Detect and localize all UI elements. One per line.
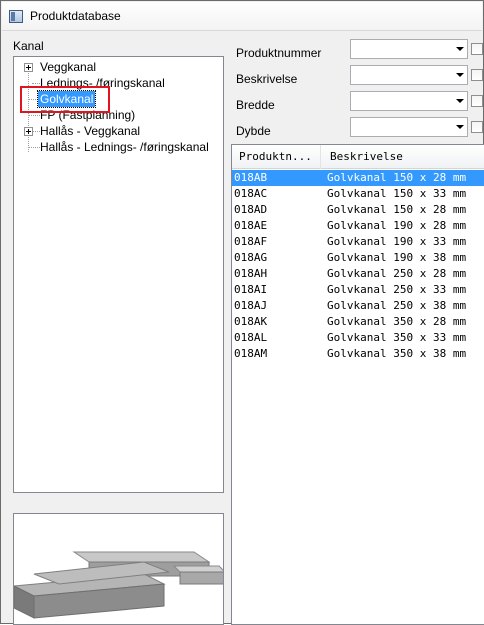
table-row[interactable]: 018AF Golvkanal 190 x 33 mm [232,234,484,250]
filter-label-bredde: Bredde [236,98,275,112]
chevron-down-icon[interactable] [456,99,464,103]
filter-label-beskrivelse: Beskrivelse [236,72,298,86]
product-preview-image [13,513,224,625]
filter-label-produktnummer: Produktnummer [236,46,322,60]
cell-beskrivelse: Golvkanal 350 x 33 mm [327,331,467,344]
chevron-down-icon[interactable] [456,73,464,77]
cell-produktnummer: 018AI [234,283,268,296]
table-row[interactable]: 018AE Golvkanal 190 x 28 mm [232,218,484,234]
cell-beskrivelse: Golvkanal 350 x 28 mm [327,315,467,328]
expand-plus-icon[interactable] [24,63,33,72]
cell-produktnummer: 018AD [234,203,268,216]
tree-connector-line [32,131,40,132]
beskrivelse-combobox[interactable] [350,65,468,85]
bredde-checkbox[interactable] [471,95,483,107]
produktnummer-checkbox[interactable] [471,43,483,55]
cell-beskrivelse: Golvkanal 190 x 28 mm [327,219,467,232]
tree-node-hallas-veggkanal[interactable]: Hallås - Veggkanal [40,123,140,139]
category-tree[interactable]: Veggkanal Lednings- /føringskanal Golvka… [13,56,224,493]
chevron-down-icon[interactable] [456,125,464,129]
table-row[interactable]: 018AB Golvkanal 150 x 28 mm [232,170,484,186]
produktnummer-combobox[interactable] [350,39,468,59]
cell-beskrivelse: Golvkanal 350 x 38 mm [327,347,467,360]
tree-node-veggkanal[interactable]: Veggkanal [40,59,96,75]
cell-produktnummer: 018AH [234,267,268,280]
cell-beskrivelse: Golvkanal 250 x 28 mm [327,267,467,280]
column-header-produktnummer[interactable]: Produktn... [239,150,312,163]
cell-beskrivelse: Golvkanal 150 x 33 mm [327,187,467,200]
expand-plus-icon[interactable] [24,127,33,136]
dybde-checkbox[interactable] [471,121,483,133]
cell-produktnummer: 018AK [234,315,268,328]
main-window: Produktdatabase Kanal Veggkanal Lednings… [0,0,484,625]
window-app-icon [9,10,23,23]
bredde-combobox[interactable] [350,91,468,111]
highlight-box [20,86,110,113]
table-row[interactable]: 018AI Golvkanal 250 x 33 mm [232,282,484,298]
table-row[interactable]: 018AL Golvkanal 350 x 33 mm [232,330,484,346]
tree-node-hallas-lednings-foringskanal[interactable]: Hallås - Lednings- /føringskanal [40,139,209,155]
cell-beskrivelse: Golvkanal 150 x 28 mm [327,171,467,184]
table-row[interactable]: 018AM Golvkanal 350 x 38 mm [232,346,484,362]
table-row[interactable]: 018AC Golvkanal 150 x 33 mm [232,186,484,202]
cell-beskrivelse: Golvkanal 250 x 38 mm [327,299,467,312]
tree-connector-line [32,83,40,84]
tree-connector-line [29,115,40,116]
beskrivelse-checkbox[interactable] [471,69,483,81]
cell-produktnummer: 018AG [234,251,268,264]
title-bar[interactable]: Produktdatabase [2,2,482,31]
cell-beskrivelse: Golvkanal 150 x 28 mm [327,203,467,216]
table-row[interactable]: 018AJ Golvkanal 250 x 38 mm [232,298,484,314]
floor-channel-illustration [14,551,223,619]
list-header: Produktn... Beskrivelse [232,145,484,169]
filter-label-dybde: Dybde [236,124,271,138]
table-row[interactable]: 018AK Golvkanal 350 x 28 mm [232,314,484,330]
window-title: Produktdatabase [30,9,121,23]
table-row[interactable]: 018AG Golvkanal 190 x 38 mm [232,250,484,266]
chevron-down-icon[interactable] [456,47,464,51]
table-row[interactable]: 018AH Golvkanal 250 x 28 mm [232,266,484,282]
column-header-beskrivelse[interactable]: Beskrivelse [330,150,403,163]
column-divider[interactable] [320,145,321,169]
product-list[interactable]: Produktn... Beskrivelse 018AB Golvkanal 1… [231,144,484,625]
cell-produktnummer: 018AE [234,219,268,232]
cell-beskrivelse: Golvkanal 190 x 33 mm [327,235,467,248]
cell-produktnummer: 018AL [234,331,268,344]
cell-produktnummer: 018AJ [234,299,268,312]
cell-beskrivelse: Golvkanal 250 x 33 mm [327,283,467,296]
table-row[interactable]: 018AD Golvkanal 150 x 28 mm [232,202,484,218]
tree-label: Kanal [13,39,44,53]
cell-produktnummer: 018AB [234,171,268,184]
cell-produktnummer: 018AM [234,347,268,360]
tree-connector-line [29,147,40,148]
dybde-combobox[interactable] [350,117,468,137]
cell-produktnummer: 018AC [234,187,268,200]
cell-beskrivelse: Golvkanal 190 x 38 mm [327,251,467,264]
cell-produktnummer: 018AF [234,235,268,248]
